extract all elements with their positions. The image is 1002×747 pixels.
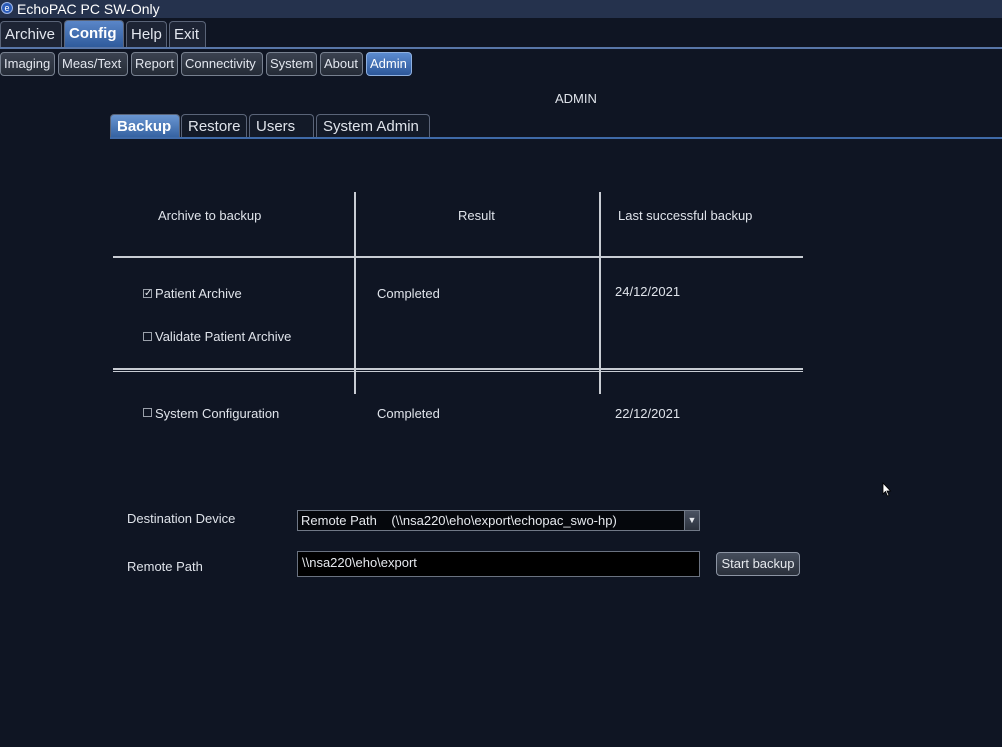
tab-system-admin[interactable]: System Admin — [316, 114, 430, 138]
subtab-admin[interactable]: Admin — [366, 52, 412, 76]
subtab-connectivity[interactable]: Connectivity — [181, 52, 263, 76]
page-title: ADMIN — [555, 91, 597, 106]
result-patient-archive: Completed — [377, 286, 440, 301]
column-header-result: Result — [458, 208, 495, 223]
column-header-archive: Archive to backup — [158, 208, 262, 223]
remote-path-input[interactable]: \\nsa220\eho\export — [297, 551, 700, 577]
table-divider — [113, 256, 803, 258]
column-header-last-backup: Last successful backup — [618, 208, 753, 223]
menu-divider — [0, 47, 1002, 49]
destination-device-label: Destination Device — [127, 511, 236, 526]
destination-device-select[interactable]: Remote Path (\\nsa220\eho\export\echopac… — [297, 510, 700, 531]
menu-tab-archive[interactable]: Archive — [0, 21, 62, 47]
result-system-configuration: Completed — [377, 406, 440, 421]
subtab-report[interactable]: Report — [131, 52, 178, 76]
subtab-system[interactable]: System — [266, 52, 317, 76]
system-configuration-checkbox[interactable] — [143, 408, 152, 417]
subtab-imaging[interactable]: Imaging — [0, 52, 55, 76]
dropdown-arrow-icon[interactable]: ▼ — [684, 511, 699, 530]
row-label-validate-patient-archive: Validate Patient Archive — [155, 329, 292, 344]
table-divider — [354, 192, 356, 394]
tab-backup[interactable]: Backup — [110, 114, 180, 138]
last-backup-patient-archive: 24/12/2021 — [615, 284, 681, 299]
row-label-system-configuration: System Configuration — [155, 406, 280, 421]
menu-tab-help[interactable]: Help — [126, 21, 167, 47]
subtab-meas-text[interactable]: Meas/Text — [58, 52, 128, 76]
menu-tab-exit[interactable]: Exit — [169, 21, 206, 47]
validate-patient-archive-checkbox[interactable] — [143, 332, 152, 341]
table-divider — [599, 192, 601, 394]
tab-restore[interactable]: Restore — [181, 114, 247, 138]
last-backup-system-configuration: 22/12/2021 — [615, 406, 681, 421]
menu-tab-config[interactable]: Config — [64, 20, 124, 47]
remote-path-label: Remote Path — [127, 559, 203, 574]
tab-users[interactable]: Users — [249, 114, 314, 138]
row-label-patient-archive: Patient Archive — [155, 286, 242, 301]
tab-divider — [110, 137, 1002, 139]
subtab-about[interactable]: About — [320, 52, 363, 76]
window-title: EchoPAC PC SW-Only — [17, 1, 160, 17]
app-logo-icon: e — [1, 2, 13, 14]
start-backup-button[interactable]: Start backup — [716, 552, 800, 576]
table-divider — [113, 368, 803, 370]
table-divider — [113, 371, 803, 372]
patient-archive-checkbox[interactable]: ✓ — [143, 289, 152, 299]
